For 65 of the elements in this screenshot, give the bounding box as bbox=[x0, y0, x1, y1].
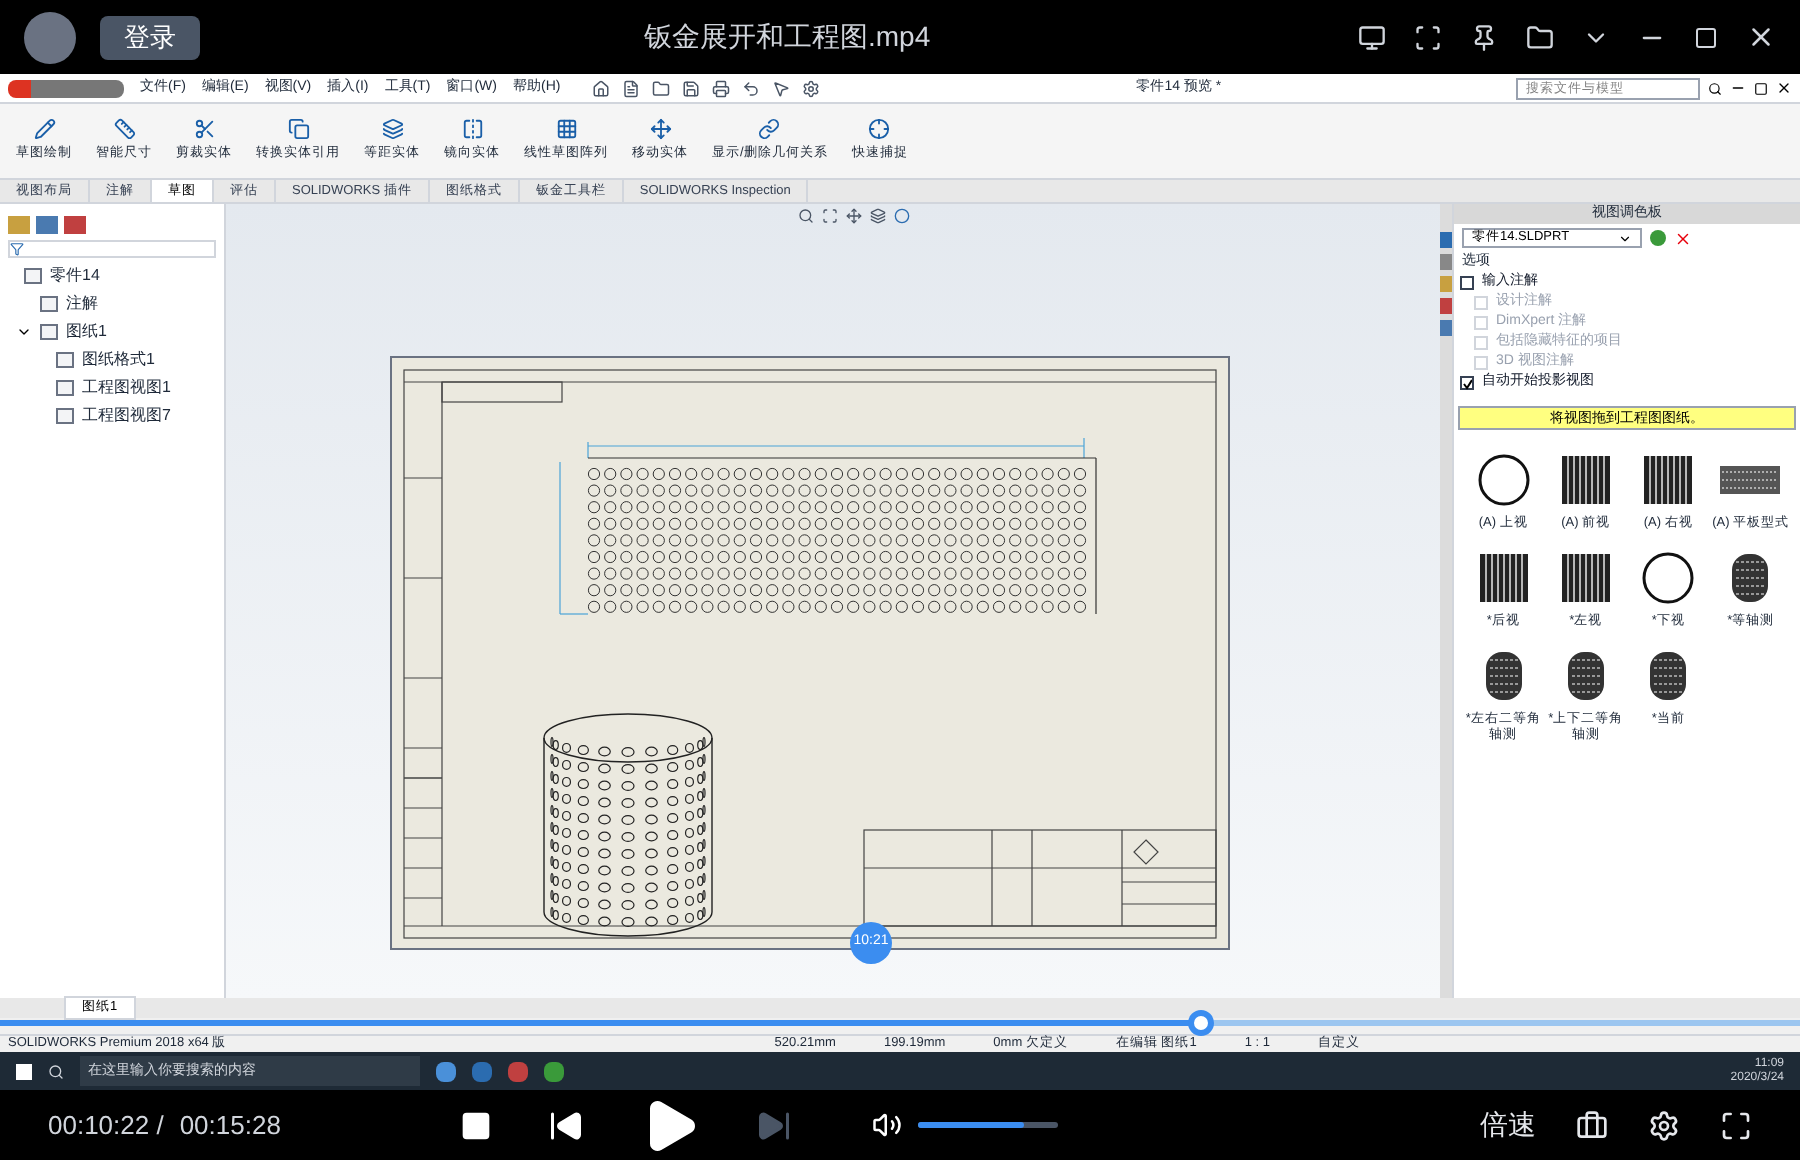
pencil-icon bbox=[33, 118, 55, 141]
hatched-view-icon bbox=[1479, 553, 1528, 601]
close-icon[interactable] bbox=[1776, 80, 1792, 96]
layers-icon bbox=[381, 118, 403, 141]
scissors-icon bbox=[193, 118, 215, 141]
hatched-view-icon bbox=[1561, 455, 1610, 503]
tree-item[interactable]: 工程图视图7 bbox=[82, 404, 171, 428]
checkbox[interactable] bbox=[1460, 276, 1474, 290]
folder-icon[interactable] bbox=[652, 79, 671, 97]
pan-icon[interactable] bbox=[845, 208, 861, 224]
tree-item[interactable]: 图纸1 bbox=[66, 320, 107, 344]
crosshair-icon bbox=[868, 118, 891, 141]
volume-slider[interactable] bbox=[918, 1122, 1059, 1128]
checkbox[interactable] bbox=[1460, 376, 1474, 390]
appearance-icon[interactable] bbox=[893, 208, 909, 224]
video-title: 钣金展开和工程图.mp4 bbox=[644, 18, 931, 56]
cylinder-view-icon bbox=[1483, 649, 1524, 701]
hatched-view-icon bbox=[1644, 455, 1693, 503]
monitor-icon[interactable] bbox=[1358, 23, 1386, 51]
save-icon[interactable] bbox=[682, 79, 701, 97]
copy-icon bbox=[287, 118, 309, 141]
app-logo bbox=[24, 11, 76, 63]
tree-item[interactable]: 工程图视图1 bbox=[82, 376, 171, 400]
search-icon bbox=[48, 1063, 64, 1079]
circle-view-icon bbox=[1640, 549, 1697, 605]
flat-pattern-icon bbox=[1720, 465, 1781, 493]
maximize-icon[interactable] bbox=[1754, 81, 1768, 95]
new-file-icon[interactable] bbox=[622, 79, 641, 97]
speed-button[interactable]: 倍速 bbox=[1480, 1104, 1536, 1146]
tree-item[interactable]: 零件14 bbox=[50, 264, 100, 288]
link-icon bbox=[758, 118, 781, 141]
print-icon[interactable] bbox=[712, 79, 731, 97]
total-time: 00:15:28 bbox=[179, 1107, 281, 1144]
pointer-icon[interactable] bbox=[772, 79, 791, 97]
hatched-view-icon bbox=[1561, 553, 1610, 601]
grid-icon bbox=[555, 118, 577, 141]
undo-icon[interactable] bbox=[742, 79, 761, 97]
tree-item[interactable]: 图纸格式1 bbox=[82, 348, 155, 372]
volume-icon[interactable] bbox=[872, 1110, 903, 1140]
tree-item[interactable]: 注解 bbox=[66, 292, 98, 316]
current-time: 00:10:22 / bbox=[48, 1107, 164, 1144]
login-button[interactable]: 登录 bbox=[100, 15, 200, 59]
caret-icon bbox=[1618, 231, 1632, 245]
circle-view-icon bbox=[1475, 451, 1532, 507]
move-icon bbox=[649, 118, 671, 141]
search-icon bbox=[1708, 81, 1722, 95]
home-icon[interactable] bbox=[592, 79, 611, 97]
zoom-icon[interactable] bbox=[797, 208, 813, 224]
filter-icon[interactable] bbox=[10, 242, 24, 256]
toolbox-icon[interactable] bbox=[1576, 1109, 1608, 1141]
zoom-fit-icon[interactable] bbox=[821, 208, 837, 224]
cylinder-view-icon bbox=[1648, 649, 1689, 701]
expand-icon[interactable] bbox=[16, 324, 32, 340]
display-style-icon[interactable] bbox=[869, 208, 885, 224]
screenshot-icon[interactable] bbox=[1414, 23, 1442, 51]
stop-icon[interactable] bbox=[460, 1109, 493, 1141]
cylinder-view-icon bbox=[1565, 649, 1606, 701]
mirror-icon bbox=[461, 118, 483, 141]
cylinder-view-icon bbox=[1730, 551, 1771, 603]
pin-icon[interactable] bbox=[1470, 23, 1498, 51]
fullscreen-icon[interactable] bbox=[1720, 1109, 1752, 1141]
previous-icon[interactable] bbox=[548, 1107, 585, 1143]
close-icon[interactable] bbox=[1746, 22, 1776, 52]
ruler-icon bbox=[113, 118, 135, 141]
settings-icon[interactable] bbox=[802, 79, 821, 97]
